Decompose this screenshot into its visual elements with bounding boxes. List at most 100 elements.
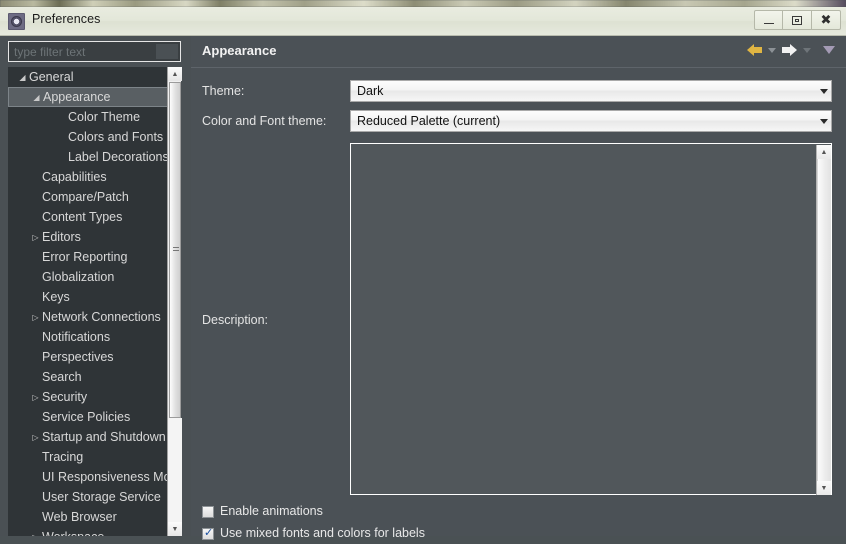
tree-item-capabilities[interactable]: Capabilities (8, 167, 181, 187)
tree-spacer-icon (29, 328, 42, 348)
description-scrollbar[interactable]: ▲ ▼ (816, 145, 831, 495)
tree-spacer-icon (29, 468, 42, 488)
preferences-gear-icon (8, 13, 25, 30)
description-label: Description: (202, 313, 268, 327)
tree-item-user-storage-service[interactable]: User Storage Service (8, 487, 181, 507)
tree-scrollbar[interactable]: ▲ ▼ (167, 67, 182, 536)
chevron-right-icon[interactable]: ▷ (29, 308, 42, 328)
tree-spacer-icon (29, 288, 42, 308)
description-scroll-down-icon[interactable]: ▼ (817, 481, 831, 495)
tree-item-startup-and-shutdown[interactable]: ▷ Startup and Shutdown (8, 427, 181, 447)
description-scroll-up-icon[interactable]: ▲ (817, 145, 831, 159)
tree-item-web-browser[interactable]: Web Browser (8, 507, 181, 527)
tree-item-search[interactable]: Search (8, 367, 181, 387)
tree-spacer-icon (29, 488, 42, 508)
close-button[interactable]: ✖ (812, 10, 841, 30)
back-dropdown-chevron-icon[interactable] (768, 47, 776, 53)
theme-dropdown-arrow-icon[interactable] (820, 89, 828, 94)
tree-scroll-thumb[interactable] (169, 82, 181, 418)
tree-item-general[interactable]: ◢ General (8, 67, 181, 87)
view-menu-chevron-icon[interactable] (823, 46, 835, 54)
preference-tree[interactable]: ◢ General ◢ Appearance Color Theme Colors a… (8, 67, 181, 536)
forward-arrow-icon[interactable] (782, 43, 797, 57)
tree-scroll-up-icon[interactable]: ▲ (168, 67, 182, 81)
tree-item-label: Compare/Patch (42, 190, 129, 204)
tree-spacer-icon (29, 168, 42, 188)
tree-item-label: Web Browser (42, 510, 117, 524)
tree-item-colors-and-fonts[interactable]: Colors and Fonts (8, 127, 181, 147)
color-font-theme-label: Color and Font theme: (202, 114, 327, 128)
maximize-button[interactable] (783, 10, 812, 30)
appearance-page: Appearance Theme: Dark Color and Font th… (191, 36, 846, 540)
theme-value: Dark (357, 84, 384, 98)
tree-scroll-track[interactable] (168, 418, 182, 522)
filter-placeholder: type filter text (14, 45, 86, 59)
chevron-down-icon[interactable]: ◢ (16, 68, 29, 88)
chevron-down-icon[interactable]: ◢ (30, 89, 43, 107)
tree-item-globalization[interactable]: Globalization (8, 267, 181, 287)
tree-item-label-decorations[interactable]: Label Decorations (8, 147, 181, 167)
tree-item-compare-patch[interactable]: Compare/Patch (8, 187, 181, 207)
tree-spacer-icon (29, 508, 42, 528)
tree-item-ui-responsiveness-monitoring[interactable]: UI Responsiveness Monitoring (8, 467, 181, 487)
description-scroll-track[interactable] (817, 159, 831, 481)
tree-item-label: Label Decorations (68, 150, 169, 164)
tree-item-label: Workspace (42, 530, 104, 536)
tree-spacer-icon (29, 408, 42, 428)
tree-item-label: Content Types (42, 210, 123, 224)
chevron-right-icon[interactable]: ▷ (29, 388, 42, 408)
forward-dropdown-chevron-icon[interactable] (803, 47, 811, 53)
tree-item-label: Startup and Shutdown (42, 430, 166, 444)
tree-spacer-icon (29, 268, 42, 288)
tree-scroll-down-icon[interactable]: ▼ (168, 522, 182, 536)
enable-animations-checkbox[interactable] (202, 506, 214, 518)
tree-item-tracing[interactable]: Tracing (8, 447, 181, 467)
tree-item-label: User Storage Service (42, 490, 161, 504)
tree-item-label: Service Policies (42, 410, 131, 424)
tree-item-label: UI Responsiveness Monitoring (42, 470, 181, 484)
tree-item-workspace[interactable]: ▷Workspace (8, 527, 181, 536)
tree-item-label: Color Theme (68, 110, 141, 124)
tree-spacer-icon (29, 368, 42, 388)
page-title: Appearance (202, 43, 277, 58)
color-font-theme-dropdown-arrow-icon[interactable] (820, 119, 828, 124)
tree-item-label: Globalization (42, 270, 115, 284)
page-nav-toolbar (745, 43, 839, 57)
chevron-right-icon[interactable]: ▷ (29, 528, 42, 536)
tree-item-security[interactable]: ▷ Security (8, 387, 181, 407)
tree-spacer-icon (29, 188, 42, 208)
description-textarea[interactable]: ▲ ▼ (350, 143, 832, 495)
window-title: Preferences (32, 12, 101, 26)
minimize-button[interactable] (754, 10, 783, 30)
filter-clear-area[interactable] (156, 44, 178, 59)
tree-item-service-policies[interactable]: Service Policies (8, 407, 181, 427)
tree-item-label: Colors and Fonts (68, 130, 164, 144)
tree-spacer-icon (55, 108, 68, 128)
window-controls: ✖ (754, 10, 841, 30)
chevron-right-icon[interactable]: ▷ (29, 428, 42, 448)
tree-item-label: Network Connections (42, 310, 161, 324)
desktop-background-strip (0, 0, 846, 7)
tree-item-keys[interactable]: Keys (8, 287, 181, 307)
tree-item-color-theme[interactable]: Color Theme (8, 107, 181, 127)
theme-combobox[interactable]: Dark (350, 80, 832, 102)
tree-item-notifications[interactable]: Notifications (8, 327, 181, 347)
color-font-theme-value: Reduced Palette (current) (357, 114, 501, 128)
mixed-fonts-label: Use mixed fonts and colors for labels (220, 526, 425, 540)
tree-item-appearance[interactable]: ◢ Appearance (8, 87, 181, 107)
tree-item-network-connections[interactable]: ▷ Network Connections (8, 307, 181, 327)
tree-spacer-icon (55, 148, 68, 168)
tree-scroll-grip-icon (173, 247, 179, 253)
chevron-right-icon[interactable]: ▷ (29, 228, 42, 248)
tree-item-content-types[interactable]: Content Types (8, 207, 181, 227)
back-arrow-icon[interactable] (747, 43, 762, 57)
tree-item-perspectives[interactable]: Perspectives (8, 347, 181, 367)
tree-item-label: Search (42, 370, 82, 384)
tree-spacer-icon (29, 448, 42, 468)
tree-item-editors[interactable]: ▷ Editors (8, 227, 181, 247)
color-font-theme-combobox[interactable]: Reduced Palette (current) (350, 110, 832, 132)
mixed-fonts-checkbox[interactable] (202, 526, 214, 540)
tree-item-error-reporting[interactable]: Error Reporting (8, 247, 181, 267)
theme-label: Theme: (202, 84, 245, 98)
filter-input-wrap[interactable]: type filter text (8, 41, 181, 62)
